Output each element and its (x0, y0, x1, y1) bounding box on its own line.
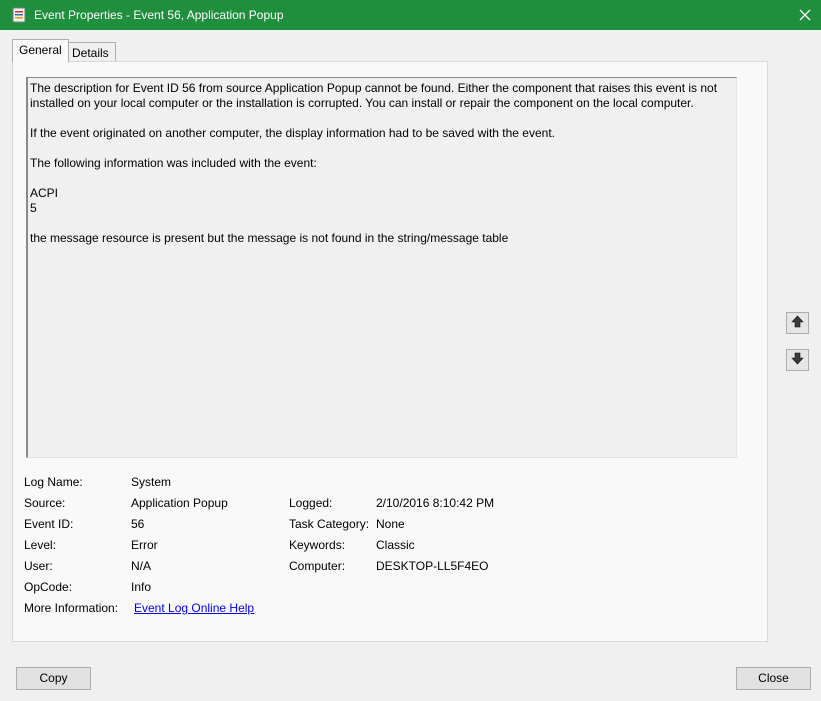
opcode-value: Info (131, 580, 152, 594)
logged-value: 2/10/2016 8:10:42 PM (376, 496, 495, 510)
close-icon[interactable] (789, 0, 821, 30)
arrow-down-icon (791, 352, 804, 368)
event-viewer-icon (12, 7, 26, 23)
user-value: N/A (131, 559, 152, 573)
opcode-label: OpCode: (24, 580, 73, 594)
event-id-value: 56 (131, 517, 145, 531)
next-event-button[interactable] (786, 349, 809, 371)
close-button[interactable]: Close (736, 667, 811, 690)
task-category-label: Task Category: (289, 517, 370, 531)
copy-button[interactable]: Copy (16, 667, 91, 690)
computer-label: Computer: (289, 559, 346, 573)
level-label: Level: (24, 538, 57, 552)
computer-value: DESKTOP-LL5F4EO (376, 559, 489, 573)
user-label: User: (24, 559, 53, 573)
description-line: ACPI (30, 186, 59, 200)
tab-general[interactable]: General (12, 39, 69, 63)
level-value: Error (131, 538, 158, 552)
keywords-value: Classic (376, 538, 415, 552)
arrow-up-icon (791, 315, 804, 331)
logged-label: Logged: (289, 496, 333, 510)
description-line: the message resource is present but the … (30, 231, 509, 245)
event-log-online-help-link[interactable]: Event Log Online Help (134, 601, 254, 615)
source-value: Application Popup (131, 496, 228, 510)
event-id-label: Event ID: (24, 517, 74, 531)
task-category-value: None (376, 517, 405, 531)
log-name-label: Log Name: (24, 475, 83, 489)
event-description-box[interactable]: The description for Event ID 56 from sou… (26, 77, 737, 458)
description-line: If the event originated on another compu… (30, 126, 555, 140)
previous-event-button[interactable] (786, 312, 809, 334)
tab-details[interactable]: Details (65, 42, 116, 63)
log-name-value: System (131, 475, 172, 489)
source-label: Source: (24, 496, 66, 510)
title-bar: Event Properties - Event 56, Application… (0, 0, 821, 30)
description-line: The following information was included w… (30, 156, 317, 170)
description-line: The description for Event ID 56 from sou… (30, 81, 718, 110)
window-title: Event Properties - Event 56, Application… (34, 8, 284, 22)
keywords-label: Keywords: (289, 538, 346, 552)
description-line: 5 (30, 201, 37, 215)
more-information-label: More Information: (24, 601, 119, 615)
